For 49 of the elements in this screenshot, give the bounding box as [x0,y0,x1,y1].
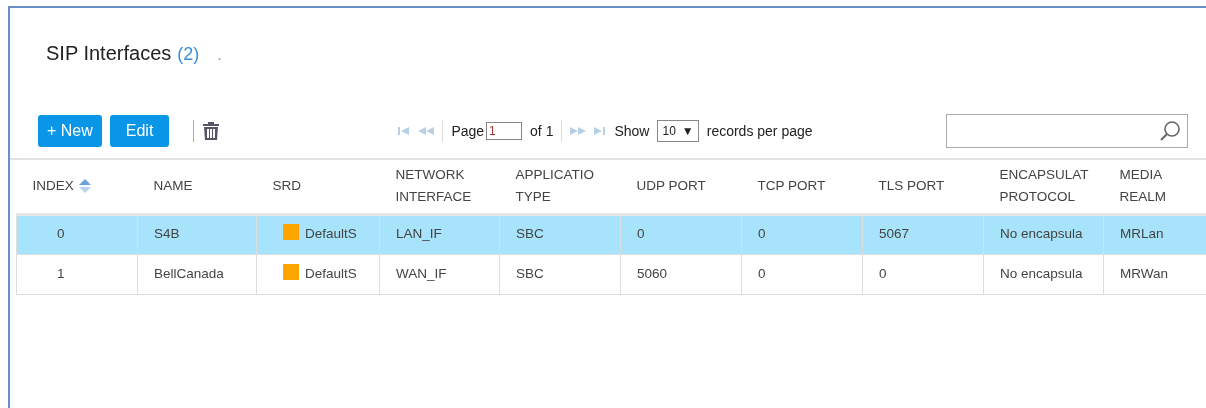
page-field[interactable]: 1 [486,122,523,140]
next-page-icon[interactable] [570,127,587,135]
delete-icon[interactable] [202,121,221,141]
sort-icon[interactable] [78,179,91,194]
table-row[interactable]: 0 S4B DefaultS LAN_IF SBC 0 0 5067 No encapsula MRLan [16,214,1206,254]
record-count: (2) [177,43,200,66]
column-header[interactable]: APPLICATIO TYPE [515,164,595,209]
search-icon[interactable] [1159,120,1181,142]
table-cell: 0 [758,265,766,281]
column-header[interactable]: INDEX [32,175,74,198]
table-cell: WAN_IF [396,265,447,281]
column-header[interactable]: TLS PORT [878,175,945,198]
last-page-icon[interactable] [594,127,607,135]
table-cell: 5067 [879,226,910,242]
column-header[interactable]: SRD [272,175,301,198]
page-title: SIP Interfaces [46,41,172,66]
table-cell: 1 [57,265,65,281]
table-cell: No encapsula [1000,226,1083,242]
table-cell: 5060 [637,265,668,281]
table-cell: BellCanada [154,265,224,281]
status-dot: . [217,45,222,65]
table-row[interactable]: 1 BellCanada DefaultS WAN_IF SBC 5060 0 0 No encapsula MRWan [16,254,1206,294]
table-cell: S4B [154,226,180,242]
table-cell: 0 [879,265,887,281]
column-header[interactable]: MEDIA REALM [1119,164,1166,209]
column-header[interactable]: TCP PORT [757,175,826,198]
table-cell: DefaultS [305,226,357,242]
page-label: Page [451,121,485,141]
table-cell: MRLan [1120,226,1164,242]
table-cell: 0 [57,226,65,242]
table-cell: DefaultS [305,265,357,281]
column-header[interactable]: ENCAPSULAT PROTOCOL [999,164,1089,209]
first-page-icon[interactable] [398,127,411,135]
show-label: Show [614,121,650,141]
table-cell: SBC [516,265,544,281]
table-cell: No encapsula [1000,265,1083,281]
table-cell: LAN_IF [396,226,442,242]
table-cell: 0 [637,226,645,242]
table-cell: 0 [758,226,766,242]
previous-page-icon[interactable] [418,127,435,135]
table-cell: SBC [516,226,544,242]
records-label: records per page [706,121,813,141]
per-page-select[interactable]: 10 ▼ [657,120,699,142]
column-header[interactable]: NETWORK INTERFACE [395,164,472,209]
table-cell: MRWan [1120,265,1168,281]
column-header[interactable]: NAME [153,175,193,198]
page-total: of 1 [530,121,554,141]
column-header[interactable]: UDP PORT [636,175,706,198]
search-field[interactable] [946,114,1188,148]
